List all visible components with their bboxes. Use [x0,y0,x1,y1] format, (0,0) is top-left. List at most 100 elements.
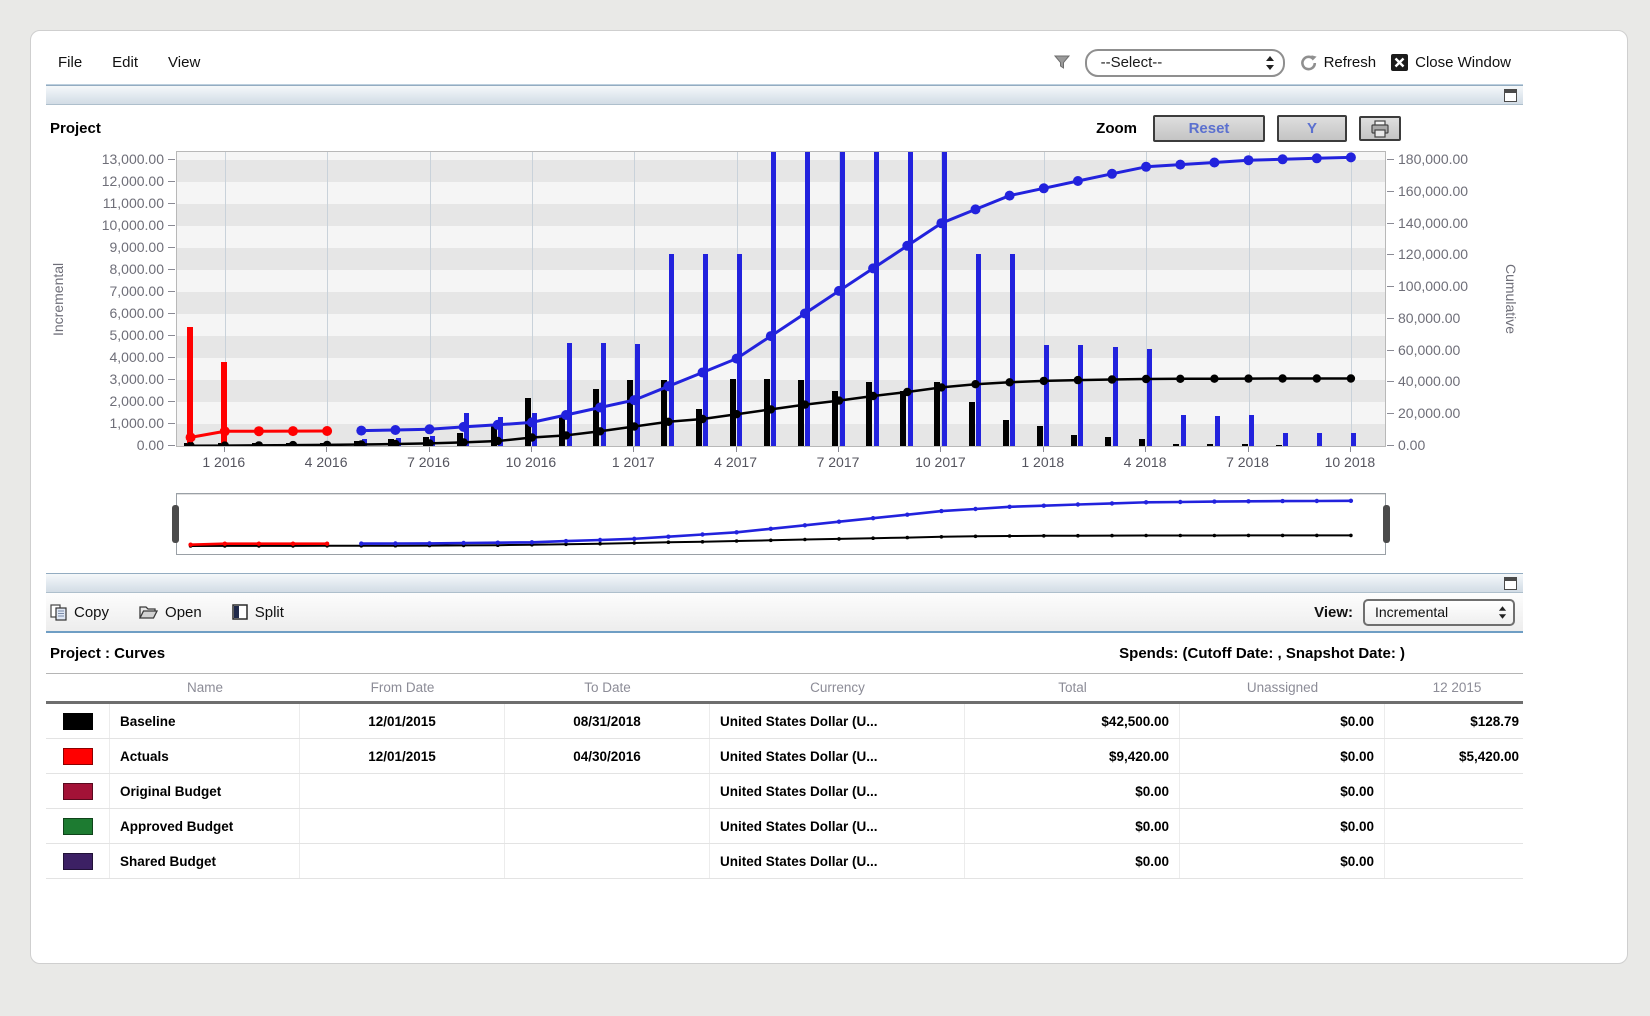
point-blue_cum [1244,155,1254,165]
table-row[interactable]: Shared BudgetUnited States Dollar (U...$… [46,844,1523,879]
right-axis-ticks: 0.0020,000.0040,000.0060,000.0080,000.00… [1386,151,1499,447]
menu-view[interactable]: View [168,54,200,71]
range-handle-left[interactable] [172,505,179,543]
point-blue_cum [1346,152,1356,162]
overview-plot[interactable] [176,493,1386,555]
point-blue_cum [390,425,400,435]
point-baseline_cum [459,438,467,446]
point-blue_cum [1039,183,1049,193]
point-baseline_cum [391,440,399,446]
point-baseline_cum [357,440,365,446]
close-window-button[interactable]: Close Window [1390,53,1511,72]
x-axis-tick [224,447,225,452]
range-handle-right[interactable] [1383,505,1390,543]
point-blue_cum [698,368,708,378]
left-axis-tick-label: 0.00 [137,437,164,453]
overview-point-blue_cum [1315,499,1319,503]
overview-point-blue_cum [905,513,909,517]
menu-file[interactable]: File [58,54,82,71]
table-cell [300,774,505,808]
point-baseline_cum [1074,376,1082,384]
table-row[interactable]: Baseline12/01/201508/31/2018United State… [46,704,1523,739]
right-axis-title: Cumulative [1499,151,1523,447]
overview-point-baseline_cum [906,536,910,540]
point-baseline_cum [1142,375,1150,383]
table-row[interactable]: Approved BudgetUnited States Dollar (U..… [46,809,1523,844]
overview-point-blue_cum [461,541,465,545]
point-blue_cum [800,309,810,319]
refresh-button[interactable]: Refresh [1299,54,1377,72]
table-header-currency[interactable]: Currency [710,674,965,701]
table-cell: $0.00 [1180,809,1385,843]
split-button[interactable]: Split [232,604,284,621]
table-header-to-date[interactable]: To Date [505,674,710,701]
point-baseline_cum [528,433,536,441]
line-blue_cum [361,157,1351,430]
curve-swatch-cell [46,704,110,738]
point-baseline_cum [1347,374,1355,382]
table-header-from-date[interactable]: From Date [300,674,505,701]
overview-point-baseline_cum [667,540,671,544]
x-axis-tick [1043,447,1044,452]
table-header-name[interactable]: Name [110,674,300,701]
point-baseline_cum [767,405,775,413]
x-axis-tick [940,447,941,452]
point-blue_cum [936,218,946,228]
curve-swatch-cell [46,774,110,808]
table-cell: $128.79 [1385,704,1523,738]
point-actuals_cum [322,426,332,436]
overview-point-actuals_cum [291,542,295,546]
table-row[interactable]: Actuals12/01/201504/30/2016United States… [46,739,1523,774]
filter-select[interactable]: --Select-- [1085,49,1285,77]
panel-splitter-top[interactable] [46,85,1523,105]
table-cell [505,809,710,843]
x-axis-tick [1350,447,1351,452]
table-header-swatch [46,674,110,701]
zoom-y-button[interactable]: Y [1277,115,1347,142]
open-button[interactable]: Open [139,604,202,621]
overview-point-baseline_cum [1281,534,1285,538]
point-blue_cum [902,241,912,251]
table-row[interactable]: Original BudgetUnited States Dollar (U..… [46,774,1523,809]
curves-table: NameFrom DateTo DateCurrencyTotalUnassig… [46,673,1523,879]
point-baseline_cum [562,431,570,439]
maximize-icon[interactable] [1504,89,1517,102]
menu-edit[interactable]: Edit [112,54,138,71]
zoom-label: Zoom [1096,120,1137,137]
point-blue_cum [561,410,571,420]
table-header-row: NameFrom DateTo DateCurrencyTotalUnassig… [46,674,1523,704]
copy-button[interactable]: Copy [50,604,109,621]
table-cell [300,809,505,843]
overview-point-blue_cum [359,541,363,545]
point-blue_cum [1209,158,1219,168]
point-blue_cum [663,381,673,391]
plot-area[interactable] [176,151,1386,447]
point-baseline_cum [1005,378,1013,386]
left-axis-tick-label: 1,000.00 [110,415,165,431]
table-cell [1385,844,1523,878]
x-axis-tick [1145,447,1146,452]
view-select[interactable]: Incremental [1363,599,1515,626]
split-icon [232,604,248,620]
print-button[interactable] [1359,116,1401,141]
menubar: File Edit View --Select-- Refresh [46,41,1523,85]
panel-splitter-bottom[interactable] [46,573,1523,593]
point-baseline_cum [425,439,433,446]
point-blue_cum [834,286,844,296]
point-blue_cum [1073,176,1083,186]
maximize-icon[interactable] [1504,577,1517,590]
overview-point-blue_cum [871,516,875,520]
zoom-reset-button[interactable]: Reset [1153,115,1265,142]
point-baseline_cum [801,400,809,408]
x-axis-tick-label: 4 2018 [1124,454,1167,470]
table-cell: $0.00 [965,809,1180,843]
overview-point-blue_cum [1280,499,1284,503]
table-header-unassigned[interactable]: Unassigned [1180,674,1385,701]
overview-row [46,489,1523,573]
spends-title: Spends: (Cutoff Date: , Snapshot Date: ) [1119,645,1405,662]
cumulative-lines [177,152,1385,446]
point-blue_cum [1141,162,1151,172]
table-header-12-2015[interactable]: 12 2015 [1385,674,1523,701]
overview-point-blue_cum [973,507,977,511]
table-header-total[interactable]: Total [965,674,1180,701]
